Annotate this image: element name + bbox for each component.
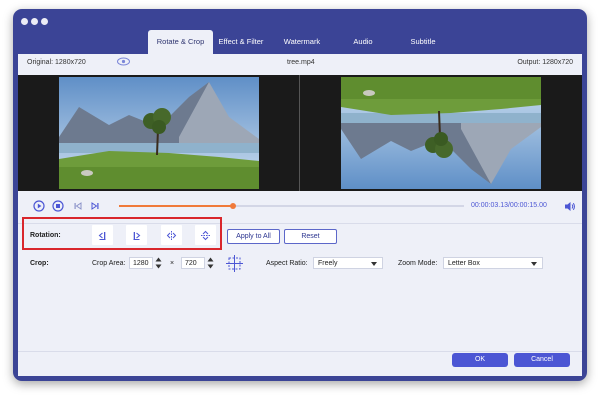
zoom-mode-select[interactable]: Letter Box [443, 257, 543, 269]
stop-icon [52, 200, 64, 212]
aspect-ratio-label: Aspect Ratio: [266, 260, 308, 267]
time-display: 00:00:03.13/00:00:15.00 [471, 202, 547, 209]
flip-vertical-icon [201, 230, 210, 240]
zoom-mode-label: Zoom Mode: [398, 260, 438, 267]
crop-width-field[interactable]: 1280 [129, 257, 153, 269]
flip-horizontal-button[interactable] [161, 225, 182, 245]
center-crop-button[interactable] [225, 254, 244, 273]
zoom-mode-value: Letter Box [448, 260, 480, 267]
crop-label: Crop: [30, 260, 49, 267]
aspect-ratio-value: Freely [318, 260, 338, 267]
previous-frame-button[interactable] [73, 201, 83, 211]
content-panel: Original: 1280x720 tree.mp4 Output: 1280… [18, 54, 582, 376]
progress-handle[interactable] [229, 203, 236, 209]
skip-forward-icon [91, 202, 99, 210]
rotate-left-icon [98, 231, 106, 240]
progress-fill [119, 205, 233, 207]
tab-effect-filter[interactable]: Effect & Filter [213, 30, 269, 54]
crop-height-field[interactable]: 720 [181, 257, 205, 269]
minimize-window-dot[interactable] [31, 18, 38, 25]
rotation-label: Rotation: [30, 232, 61, 239]
rotate-right-icon [133, 231, 141, 240]
output-resolution: Output: 1280x720 [517, 59, 573, 66]
crop-height-stepper[interactable] [207, 257, 214, 269]
skip-back-icon [74, 202, 82, 210]
chevron-down-icon[interactable] [155, 264, 162, 269]
flip-horizontal-icon [166, 230, 177, 240]
tab-audio[interactable]: Audio [338, 30, 388, 54]
original-resolution: Original: 1280x720 [27, 59, 86, 66]
stop-button[interactable] [52, 200, 64, 212]
chevron-down-icon [531, 262, 537, 266]
volume-button[interactable] [564, 200, 576, 212]
preview-divider [299, 75, 300, 191]
tab-watermark[interactable]: Watermark [274, 30, 330, 54]
ok-button[interactable]: OK [452, 353, 508, 367]
flip-vertical-button[interactable] [195, 225, 216, 245]
chevron-up-icon[interactable] [155, 257, 162, 262]
apply-to-all-button[interactable]: Apply to All [227, 229, 280, 244]
reset-button[interactable]: Reset [284, 229, 337, 244]
aspect-ratio-select[interactable]: Freely [313, 257, 383, 269]
play-icon [33, 200, 45, 212]
rotate-right-button[interactable] [126, 225, 147, 245]
times-sign: × [170, 260, 175, 267]
crosshair-icon [226, 255, 243, 272]
eye-icon[interactable] [117, 57, 130, 68]
output-preview [341, 77, 541, 189]
file-name: tree.mp4 [287, 59, 315, 66]
crop-area-label: Crop Area: [92, 260, 126, 267]
play-button[interactable] [33, 200, 45, 212]
tab-rotate-crop[interactable]: Rotate & Crop [148, 30, 213, 54]
info-bar: Original: 1280x720 tree.mp4 Output: 1280… [18, 54, 582, 72]
crop-width-stepper[interactable] [155, 257, 162, 269]
tab-subtitle[interactable]: Subtitle [395, 30, 451, 54]
chevron-up-icon[interactable] [207, 257, 214, 262]
next-frame-button[interactable] [90, 201, 100, 211]
volume-icon [565, 201, 575, 211]
maximize-window-dot[interactable] [41, 18, 48, 25]
cancel-button[interactable]: Cancel [514, 353, 570, 367]
chevron-down-icon [371, 262, 377, 266]
progress-track[interactable] [119, 203, 464, 209]
original-preview [59, 77, 259, 189]
divider-line [18, 351, 582, 352]
close-window-dot[interactable] [21, 18, 28, 25]
rotate-left-button[interactable] [92, 225, 113, 245]
chevron-down-icon[interactable] [207, 264, 214, 269]
editor-window: Rotate & Crop Effect & Filter Watermark … [13, 9, 587, 381]
